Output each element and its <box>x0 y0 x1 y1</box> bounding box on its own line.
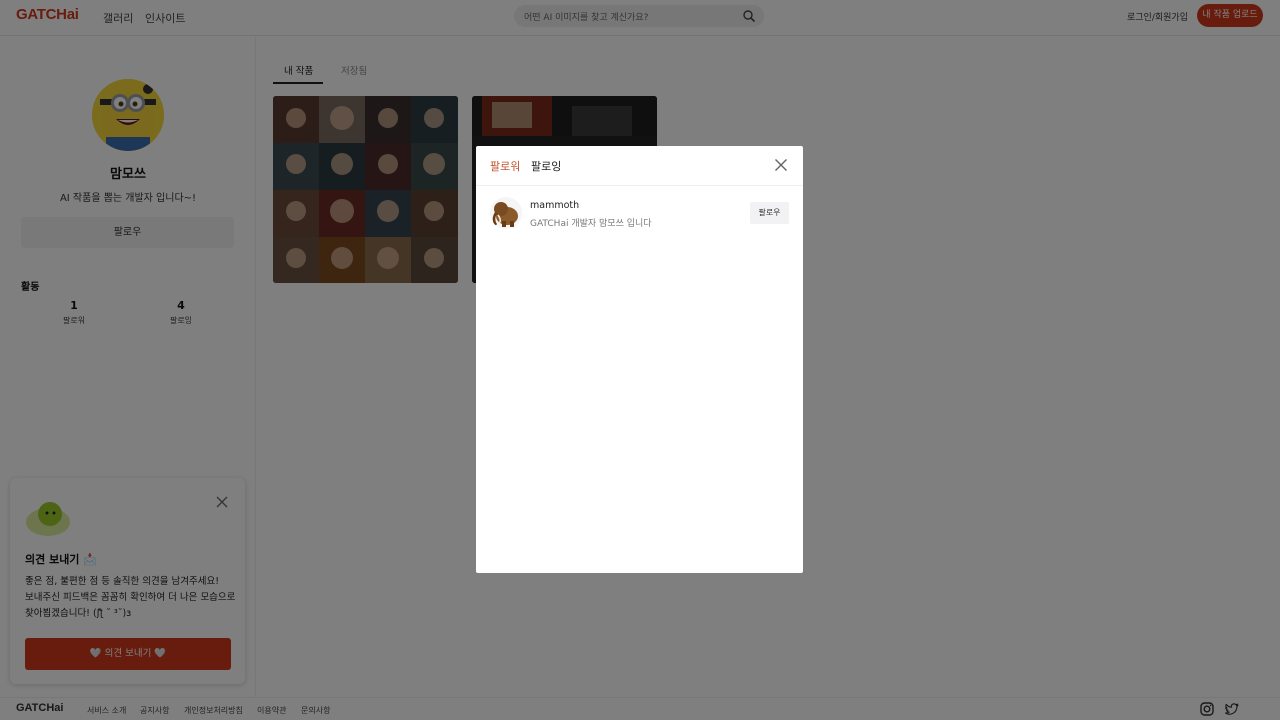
tab-followers[interactable]: 팔로워 <box>490 158 520 174</box>
tab-following[interactable]: 팔로잉 <box>531 158 561 174</box>
avatar[interactable] <box>490 197 522 229</box>
user-name[interactable]: mammoth <box>530 200 579 211</box>
follow-list-modal: 팔로워 팔로잉 mammoth GATCHai 개발자 맘모쓰 입니다 팔로우 <box>476 146 803 573</box>
close-icon[interactable] <box>774 158 788 172</box>
follow-user-button[interactable]: 팔로우 <box>750 202 789 224</box>
user-description: GATCHai 개발자 맘모쓰 입니다 <box>530 219 652 229</box>
modal-header: 팔로워 팔로잉 <box>476 146 803 186</box>
list-item[interactable]: mammoth GATCHai 개발자 맘모쓰 입니다 팔로우 <box>476 194 803 234</box>
